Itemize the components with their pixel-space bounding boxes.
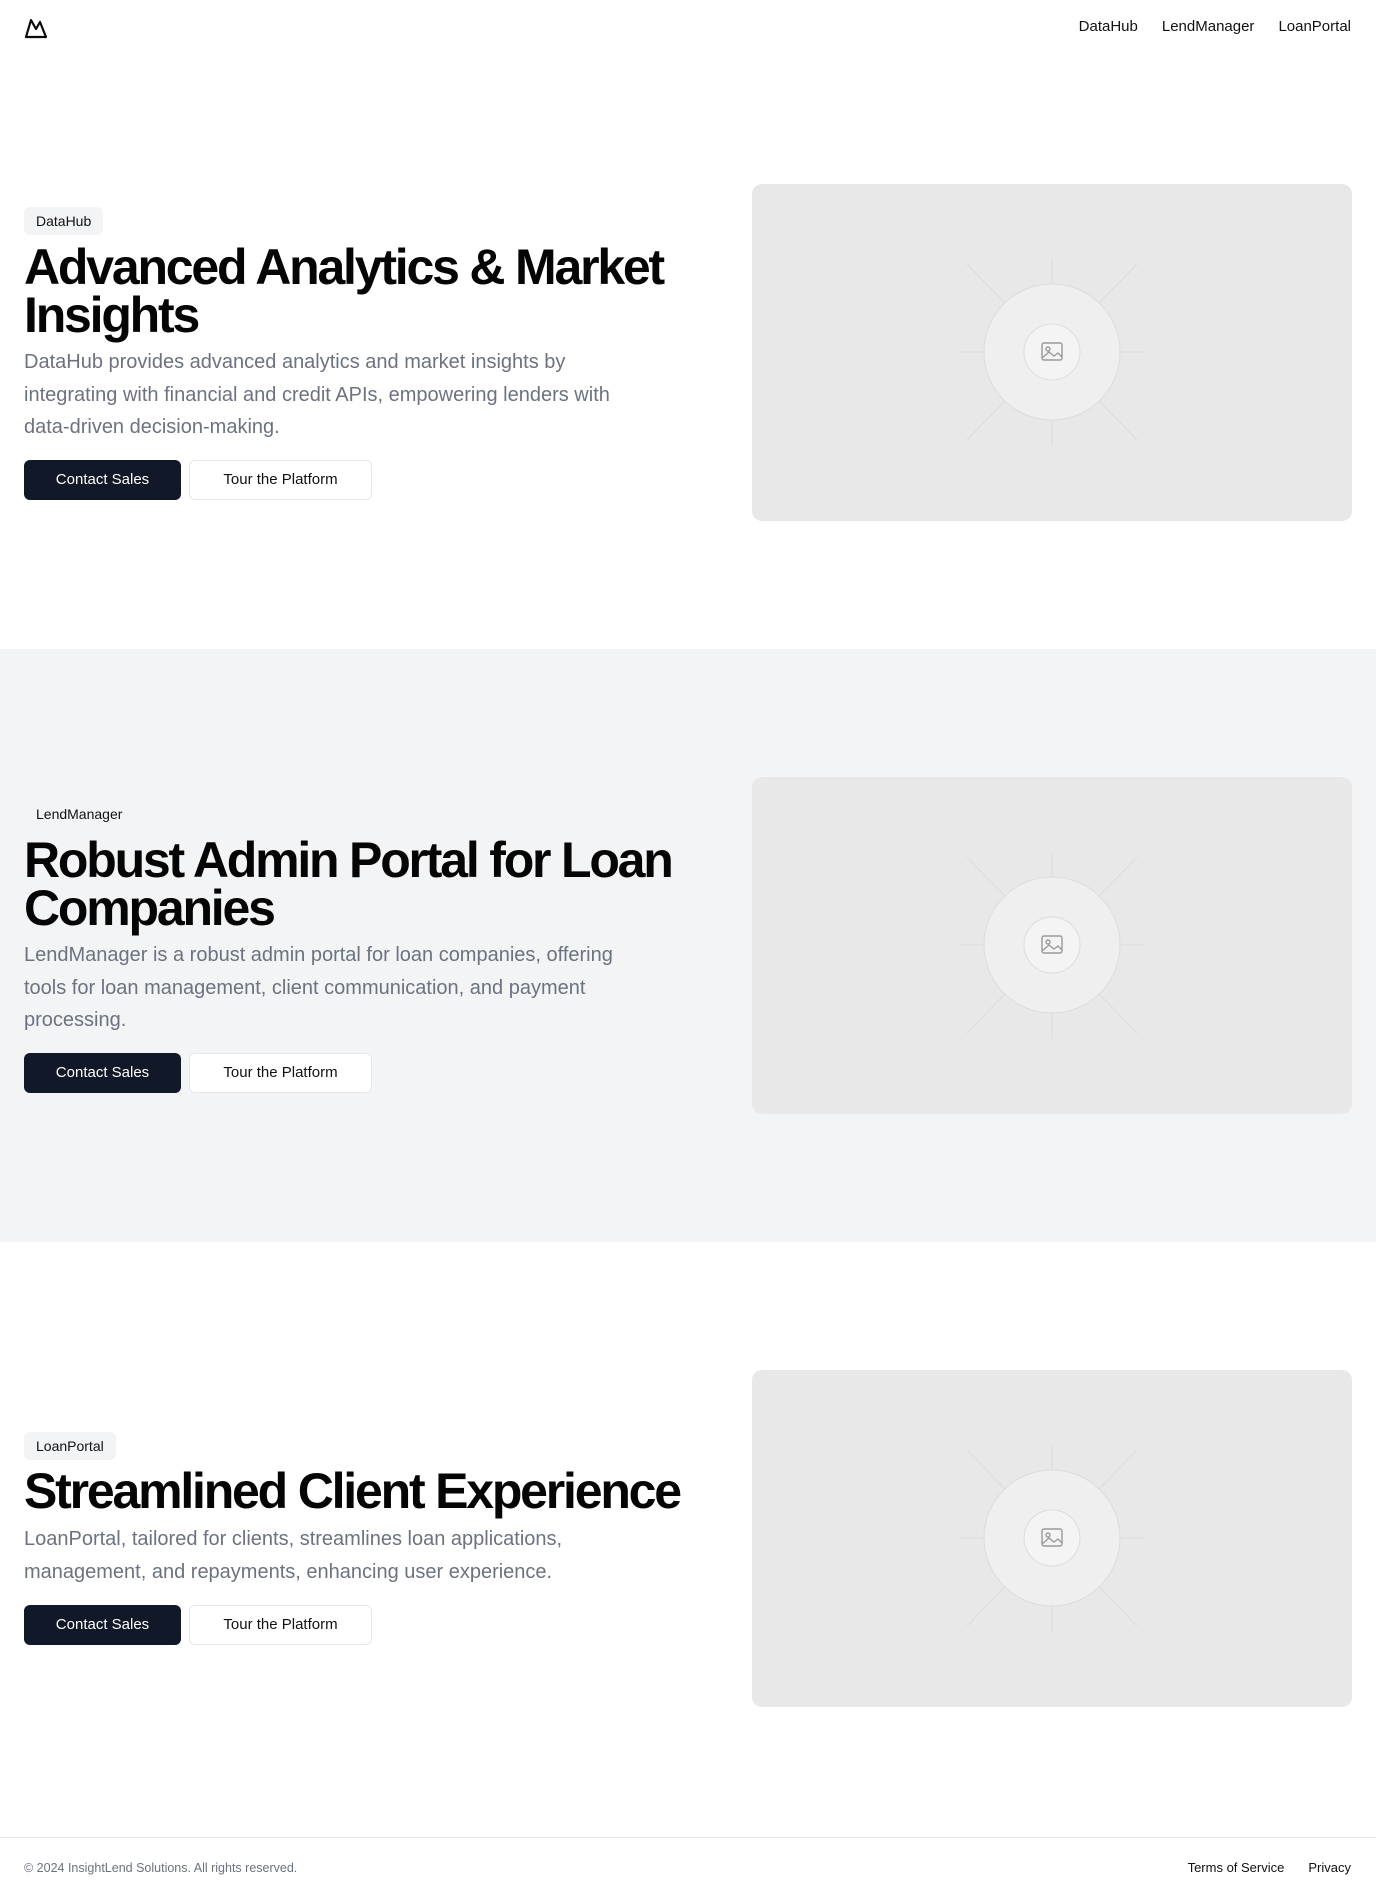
product-image-placeholder xyxy=(752,1370,1352,1707)
tour-platform-button[interactable]: Tour the Platform xyxy=(189,1605,372,1645)
section-title: Streamlined Client Experience xyxy=(24,1463,682,1519)
section-title: Advanced Analytics & Market Insights xyxy=(24,239,665,343)
nav-link-loanportal[interactable]: LoanPortal xyxy=(1278,18,1351,35)
image-placeholder-icon xyxy=(960,852,1144,1039)
image-placeholder-icon xyxy=(960,1445,1144,1632)
top-navigation: DataHub LendManager LoanPortal xyxy=(0,0,1376,56)
nav-links: DataHub LendManager LoanPortal xyxy=(1079,18,1351,35)
image-placeholder-icon xyxy=(960,259,1144,446)
contact-sales-button[interactable]: Contact Sales xyxy=(24,460,181,500)
lendmanager-section: LendManager Robust Admin Portal for Loan… xyxy=(0,649,1376,1242)
section-description: LendManager is a robust admin portal for… xyxy=(24,944,613,1031)
loanportal-section: LoanPortal Streamlined Client Experience… xyxy=(0,1242,1376,1837)
mountain-logo-icon[interactable] xyxy=(24,17,48,39)
product-image-placeholder xyxy=(752,184,1352,521)
footer-links: Terms of Service Privacy xyxy=(1188,1860,1351,1875)
privacy-link[interactable]: Privacy xyxy=(1308,1860,1351,1875)
contact-sales-button[interactable]: Contact Sales xyxy=(24,1605,181,1645)
product-badge: LendManager xyxy=(24,800,135,828)
tour-platform-button[interactable]: Tour the Platform xyxy=(189,460,372,500)
footer: © 2024 InsightLend Solutions. All rights… xyxy=(0,1837,1376,1902)
section-title: Robust Admin Portal for Loan Companies xyxy=(24,832,674,936)
section-description: LoanPortal, tailored for clients, stream… xyxy=(24,1528,563,1583)
section-description: DataHub provides advanced analytics and … xyxy=(24,351,610,438)
nav-link-datahub[interactable]: DataHub xyxy=(1079,18,1138,35)
product-badge: LoanPortal xyxy=(24,1432,116,1460)
product-image-placeholder xyxy=(752,777,1352,1114)
copyright-text: © 2024 InsightLend Solutions. All rights… xyxy=(24,1861,298,1875)
product-badge: DataHub xyxy=(24,207,104,235)
contact-sales-button[interactable]: Contact Sales xyxy=(24,1053,181,1093)
datahub-section: DataHub Advanced Analytics & Market Insi… xyxy=(0,56,1376,649)
tour-platform-button[interactable]: Tour the Platform xyxy=(189,1053,372,1093)
terms-of-service-link[interactable]: Terms of Service xyxy=(1188,1860,1285,1875)
nav-link-lendmanager[interactable]: LendManager xyxy=(1162,18,1255,35)
